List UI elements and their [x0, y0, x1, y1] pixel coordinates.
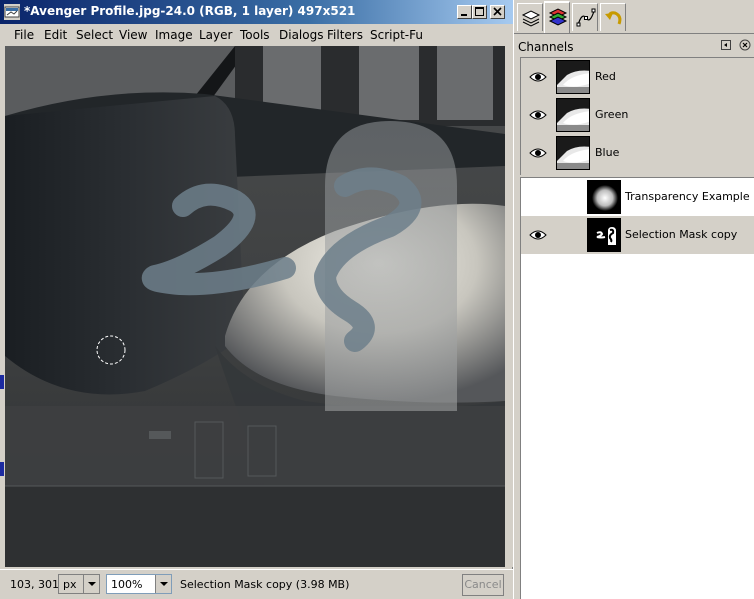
- gimp-app-icon[interactable]: [4, 4, 20, 20]
- channel-row-green[interactable]: Green: [521, 96, 754, 134]
- tab-layers[interactable]: [517, 3, 543, 31]
- unit-value: px: [63, 578, 77, 591]
- channel-thumbnail: [556, 136, 590, 170]
- eye-icon[interactable]: [529, 146, 547, 160]
- dock-separator: [514, 33, 754, 34]
- zoom-value: 100%: [111, 578, 143, 591]
- maximize-icon: [475, 7, 484, 16]
- status-bar: 103, 301 px 100% Selection Mask copy (3.…: [0, 569, 513, 599]
- dock-tab-bar: [514, 0, 754, 34]
- close-button[interactable]: [490, 5, 505, 19]
- close-icon: [493, 7, 502, 16]
- menu-dialogs[interactable]: Dialogs: [279, 28, 323, 42]
- channel-label: Blue: [595, 146, 620, 159]
- paths-icon: [576, 8, 596, 27]
- dock-menu-icon[interactable]: [721, 40, 731, 50]
- menu-edit[interactable]: Edit: [44, 28, 67, 42]
- channel-list: Red Green Blue: [520, 57, 754, 175]
- mask-thumbnail: [587, 218, 621, 252]
- window-title: *Avenger Profile.jpg-24.0 (RGB, 1 layer)…: [24, 4, 356, 18]
- image-window: *Avenger Profile.jpg-24.0 (RGB, 1 layer)…: [0, 0, 513, 599]
- menu-filters[interactable]: Filters: [327, 28, 363, 42]
- image-canvas[interactable]: [5, 46, 505, 567]
- channel-label: Green: [595, 108, 629, 121]
- undo-history-icon: [605, 11, 622, 25]
- menu-file[interactable]: File: [14, 28, 34, 42]
- eye-icon[interactable]: [529, 70, 547, 84]
- pointer-coordinates: 103, 301: [10, 578, 59, 591]
- title-bar[interactable]: *Avenger Profile.jpg-24.0 (RGB, 1 layer)…: [0, 0, 513, 24]
- channels-dock: Channels Red Green Blue Transparency Exa…: [514, 0, 754, 599]
- channels-icon: [548, 8, 568, 26]
- menu-view[interactable]: View: [119, 28, 147, 42]
- menu-script-fu[interactable]: Script-Fu: [370, 28, 423, 42]
- menu-select[interactable]: Select: [76, 28, 113, 42]
- saved-selection-list: Transparency Example Selection Mask copy: [520, 177, 754, 599]
- menu-image[interactable]: Image: [155, 28, 193, 42]
- channel-thumbnail: [556, 60, 590, 94]
- menu-layer[interactable]: Layer: [199, 28, 232, 42]
- mask-row-selection-mask-copy[interactable]: Selection Mask copy: [521, 216, 754, 254]
- cancel-button[interactable]: Cancel: [462, 574, 504, 596]
- menu-tools[interactable]: Tools: [240, 28, 270, 42]
- eye-icon[interactable]: [529, 108, 547, 122]
- channel-row-red[interactable]: Red: [521, 58, 754, 96]
- channel-thumbnail: [556, 98, 590, 132]
- channel-label: Red: [595, 70, 616, 83]
- ruler-marker: [0, 462, 4, 476]
- vertical-scrollbar[interactable]: [505, 46, 513, 567]
- tab-channels[interactable]: [544, 1, 570, 33]
- mask-thumbnail: [587, 180, 621, 214]
- minimize-icon: [461, 14, 467, 16]
- chevron-down-icon[interactable]: [83, 575, 99, 593]
- mask-label: Selection Mask copy: [625, 228, 738, 241]
- status-message: Selection Mask copy (3.98 MB): [180, 578, 350, 591]
- layers-icon: [521, 10, 541, 27]
- canvas-artwork: [5, 46, 505, 567]
- unit-select[interactable]: px: [58, 574, 100, 594]
- ruler-marker: [0, 375, 4, 389]
- dock-close-icon[interactable]: [739, 39, 751, 51]
- tab-paths[interactable]: [572, 3, 598, 31]
- eye-icon[interactable]: [529, 228, 547, 242]
- dock-title: Channels: [518, 40, 574, 54]
- mask-label: Transparency Example: [625, 190, 750, 203]
- mask-row-transparency-example[interactable]: Transparency Example: [521, 178, 754, 216]
- zoom-select[interactable]: 100%: [106, 574, 172, 594]
- menu-bar: File Edit Select View Image Layer Tools …: [0, 24, 513, 46]
- minimize-button[interactable]: [457, 5, 472, 19]
- chevron-down-icon[interactable]: [155, 575, 171, 593]
- tab-undo-history[interactable]: [600, 3, 626, 31]
- channel-row-blue[interactable]: Blue: [521, 134, 754, 172]
- maximize-button[interactable]: [472, 5, 487, 19]
